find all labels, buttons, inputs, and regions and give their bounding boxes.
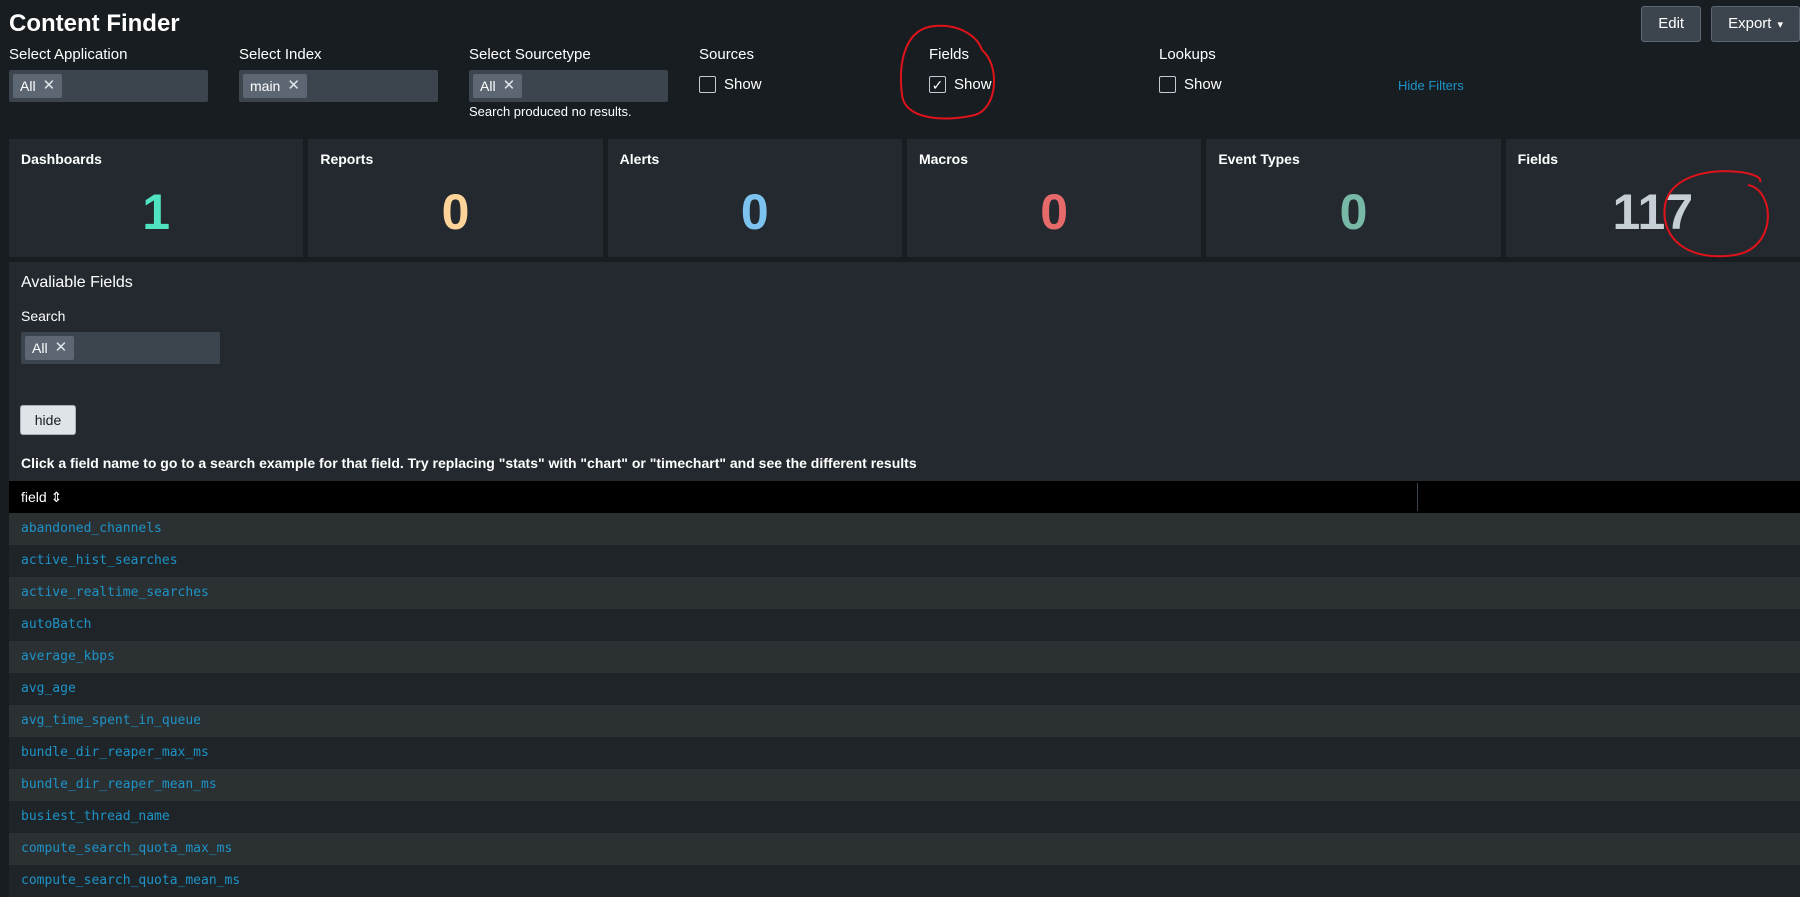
annotation-circle-fields-checkbox: [900, 24, 995, 120]
annotation-overlay: [900, 24, 1769, 258]
annotation-circle-fields-count: [1663, 170, 1769, 258]
